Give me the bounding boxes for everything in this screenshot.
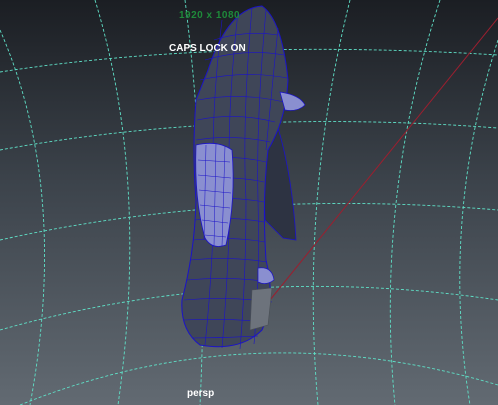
- caps-lock-indicator: CAPS LOCK ON: [169, 43, 246, 54]
- camera-name-label: persp: [187, 388, 215, 399]
- resolution-gate-label: 1920 x 1080: [179, 10, 241, 21]
- viewport-scene[interactable]: [0, 0, 498, 405]
- character-mesh[interactable]: [181, 5, 306, 350]
- maya-perspective-viewport[interactable]: 1920 x 1080 CAPS LOCK ON persp: [0, 0, 498, 405]
- mesh-hand-detail[interactable]: [257, 267, 275, 284]
- world-axis-line: [269, 17, 498, 301]
- mesh-foot[interactable]: [249, 287, 273, 331]
